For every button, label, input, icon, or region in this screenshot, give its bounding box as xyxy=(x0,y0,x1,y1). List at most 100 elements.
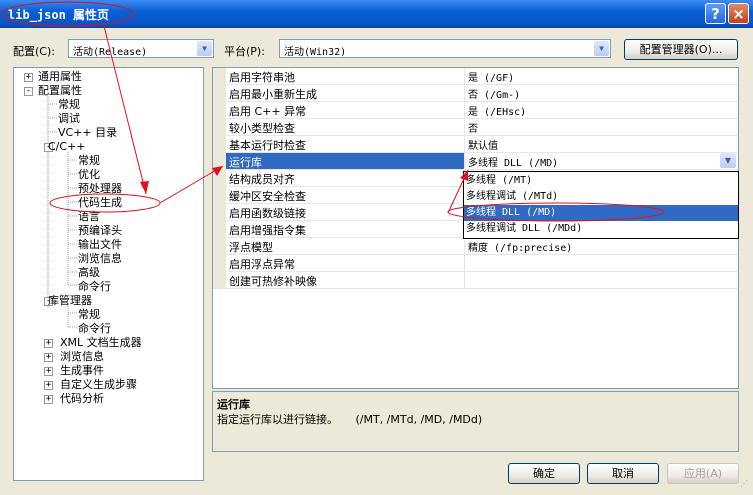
tree-expander-icon[interactable]: + xyxy=(24,73,33,82)
apply-button[interactable]: 应用(A) xyxy=(667,463,739,484)
property-value[interactable]: 是 (/EHsc) xyxy=(468,103,526,118)
property-name: 缓冲区安全检查 xyxy=(229,190,306,203)
tree-expander-icon[interactable]: + xyxy=(44,395,53,404)
property-value[interactable]: 否 xyxy=(468,120,478,135)
platform-label: 平台(P): xyxy=(224,45,265,58)
tree-item[interactable]: 预处理器 xyxy=(78,182,122,196)
tree-item[interactable]: VC++ 目录 xyxy=(58,126,117,140)
property-row[interactable]: 启用字符串池 是 (/GF) xyxy=(213,68,738,85)
tree-item[interactable]: 浏览信息 xyxy=(60,350,104,364)
property-row[interactable]: 运行库 多线程 DLL (/MD) ▼ xyxy=(213,153,738,170)
dropdown-option[interactable]: 多线程调试 DLL (/MDd) xyxy=(464,221,738,237)
tree-item[interactable]: 常规 xyxy=(58,98,80,112)
window-title: lib_json 属性页 xyxy=(8,8,110,22)
title-bar: lib_json 属性页 ? × xyxy=(0,0,753,28)
property-row[interactable]: 较小类型检查 否 xyxy=(213,119,738,136)
row-gutter xyxy=(213,238,226,254)
row-gutter xyxy=(213,255,226,271)
property-name: 浮点模型 xyxy=(229,241,273,254)
row-gutter xyxy=(213,102,226,118)
chevron-down-icon[interactable]: ▼ xyxy=(594,41,609,56)
dropdown-option[interactable]: 多线程 (/MT) xyxy=(464,173,738,189)
tree-item[interactable]: 常规 xyxy=(78,308,100,322)
config-manager-button[interactable]: 配置管理器(O)... xyxy=(624,39,738,60)
empty-row xyxy=(213,323,738,340)
row-gutter xyxy=(213,68,226,84)
property-value[interactable]: 默认值 xyxy=(468,137,498,152)
config-select[interactable]: 活动(Release) ▼ xyxy=(68,39,214,58)
tree-item[interactable]: XML 文档生成器 xyxy=(60,336,142,350)
tree-expander-icon[interactable]: + xyxy=(44,367,53,376)
property-row[interactable]: 启用最小重新生成 否 (/Gm-) xyxy=(213,85,738,102)
property-row[interactable]: 启用 C++ 异常 是 (/EHsc) xyxy=(213,102,738,119)
property-name: 运行库 xyxy=(229,156,262,169)
tree-item[interactable]: C/C++ xyxy=(48,140,86,154)
property-row[interactable]: 浮点模型 精度 (/fp:precise) xyxy=(213,238,738,255)
row-gutter xyxy=(213,170,226,186)
property-name: 启用函数级链接 xyxy=(229,207,306,220)
platform-select[interactable]: 活动(Win32) ▼ xyxy=(279,39,611,58)
column-divider xyxy=(464,119,465,135)
tree-item[interactable]: 常规 xyxy=(78,154,100,168)
property-value[interactable]: 多线程 DLL (/MD) xyxy=(468,154,558,169)
tree-item[interactable]: 生成事件 xyxy=(60,364,104,378)
row-gutter xyxy=(213,187,226,203)
platform-select-value: 活动(Win32) xyxy=(284,47,347,58)
resize-grip[interactable]: ⋰ xyxy=(740,480,750,491)
tree-expander-icon[interactable]: + xyxy=(44,353,53,362)
property-name: 启用增强指令集 xyxy=(229,224,306,237)
tree-expander-icon[interactable]: + xyxy=(44,339,53,348)
property-value[interactable]: 是 (/GF) xyxy=(468,69,514,84)
column-divider xyxy=(464,102,465,118)
tree-item[interactable]: 通用属性 xyxy=(38,70,82,84)
column-divider xyxy=(464,85,465,101)
row-gutter xyxy=(213,136,226,152)
tree-item[interactable]: 命令行 xyxy=(78,322,111,336)
tree-item[interactable]: 输出文件 xyxy=(78,238,122,252)
tree-item[interactable]: 高级 xyxy=(78,266,100,280)
tree-item[interactable]: 浏览信息 xyxy=(78,252,122,266)
row-gutter xyxy=(213,272,226,288)
description-text: 指定运行库以进行链接。 (/MT, /MTd, /MD, /MDd) xyxy=(217,413,483,426)
column-divider xyxy=(464,68,465,84)
tree-item[interactable]: 语言 xyxy=(78,210,100,224)
row-gutter xyxy=(213,221,226,237)
runtime-library-dropdown[interactable]: 多线程 (/MT) 多线程调试 (/MTd) 多线程 DLL (/MD) 多线程调试 … xyxy=(463,171,739,239)
column-divider xyxy=(464,238,465,254)
ok-button[interactable]: 确定 xyxy=(508,463,580,484)
tree-item[interactable]: 自定义生成步骤 xyxy=(60,378,137,392)
dropdown-option[interactable]: 多线程调试 (/MTd) xyxy=(464,189,738,205)
tree-item[interactable]: 优化 xyxy=(78,168,100,182)
tree-item[interactable]: 代码生成 xyxy=(78,196,122,210)
tree-expander-icon[interactable]: - xyxy=(24,87,33,96)
tree-item[interactable]: 调试 xyxy=(58,112,80,126)
row-gutter xyxy=(213,204,226,220)
tree-item[interactable]: 代码分析 xyxy=(60,392,104,406)
config-select-value: 活动(Release) xyxy=(73,47,148,58)
close-button[interactable]: × xyxy=(728,3,749,24)
cancel-button[interactable]: 取消 xyxy=(587,463,659,484)
property-row[interactable]: 启用浮点异常 xyxy=(213,255,738,272)
property-name: 启用字符串池 xyxy=(229,71,295,84)
empty-row xyxy=(213,374,738,388)
tree-item[interactable]: 配置属性 xyxy=(38,84,82,98)
tree-item[interactable]: 库管理器 xyxy=(48,294,92,308)
property-name: 启用浮点异常 xyxy=(229,258,295,271)
property-row[interactable]: 创建可热修补映像 xyxy=(213,272,738,289)
row-gutter xyxy=(213,153,226,169)
tree-expander-icon[interactable]: + xyxy=(44,381,53,390)
dropdown-option[interactable]: 多线程 DLL (/MD) xyxy=(464,205,738,221)
empty-row xyxy=(213,289,738,306)
property-value[interactable]: 精度 (/fp:precise) xyxy=(468,239,572,254)
tree-item[interactable]: 命令行 xyxy=(78,280,111,294)
property-tree: + 通用属性 - 配置属性 常规 调试 VC++ 目录 - C/C++ 常规 优化 预处理器 代码生成语… xyxy=(13,67,204,481)
chevron-down-icon[interactable]: ▼ xyxy=(197,41,212,56)
property-name: 结构成员对齐 xyxy=(229,173,295,186)
config-label: 配置(C): xyxy=(13,45,55,58)
help-button[interactable]: ? xyxy=(705,3,726,24)
chevron-down-icon[interactable]: ▼ xyxy=(720,153,736,168)
property-row[interactable]: 基本运行时检查 默认值 xyxy=(213,136,738,153)
tree-item[interactable]: 预编译头 xyxy=(78,224,122,238)
property-value[interactable]: 否 (/Gm-) xyxy=(468,86,520,101)
row-gutter xyxy=(213,85,226,101)
